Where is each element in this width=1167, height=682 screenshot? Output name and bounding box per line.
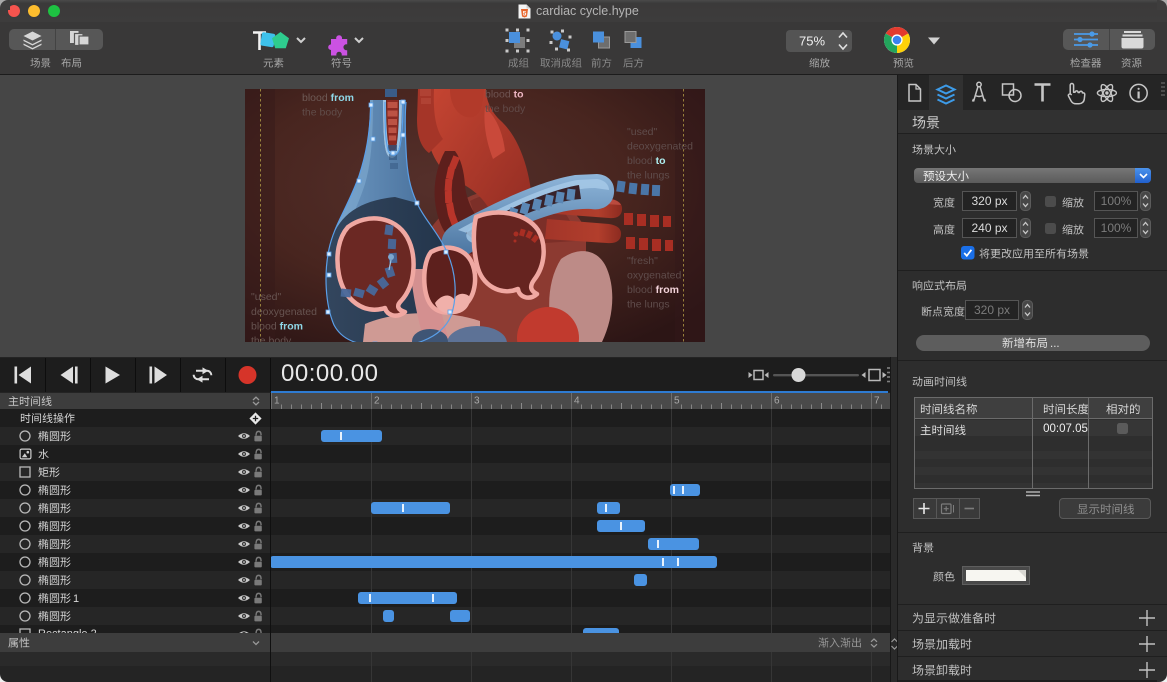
svg-text:"used": "used" xyxy=(627,126,657,138)
svg-text:1: 1 xyxy=(73,593,79,605)
svg-text:the lungs: the lungs xyxy=(627,299,670,311)
svg-text:the lungs: the lungs xyxy=(627,170,670,182)
svg-text:deoxygenated: deoxygenated xyxy=(251,306,317,318)
svg-text:"fresh": "fresh" xyxy=(627,255,658,267)
svg-text:"used": "used" xyxy=(251,291,281,303)
svg-text:blood to: blood to xyxy=(485,89,524,101)
svg-text:3: 3 xyxy=(474,396,480,407)
svg-text:deoxygenated: deoxygenated xyxy=(627,141,693,153)
svg-text:the body: the body xyxy=(251,335,292,342)
svg-text:blood from: blood from xyxy=(302,92,354,104)
svg-text:4: 4 xyxy=(574,396,580,407)
svg-text:...: ... xyxy=(1050,338,1060,350)
svg-text:6: 6 xyxy=(774,396,780,407)
svg-text:1: 1 xyxy=(274,396,280,407)
svg-text:5: 5 xyxy=(523,11,527,18)
svg-text:2: 2 xyxy=(374,396,380,407)
svg-text:the body: the body xyxy=(485,103,526,115)
svg-text:5: 5 xyxy=(674,396,680,407)
svg-text:blood from: blood from xyxy=(251,321,303,333)
svg-text:7: 7 xyxy=(874,396,880,407)
svg-text:the body: the body xyxy=(302,107,343,119)
svg-text:75%: 75% xyxy=(799,34,825,49)
svg-text:oxygenated: oxygenated xyxy=(627,270,681,282)
svg-text:blood from: blood from xyxy=(627,284,679,296)
svg-text:blood to: blood to xyxy=(627,155,666,167)
